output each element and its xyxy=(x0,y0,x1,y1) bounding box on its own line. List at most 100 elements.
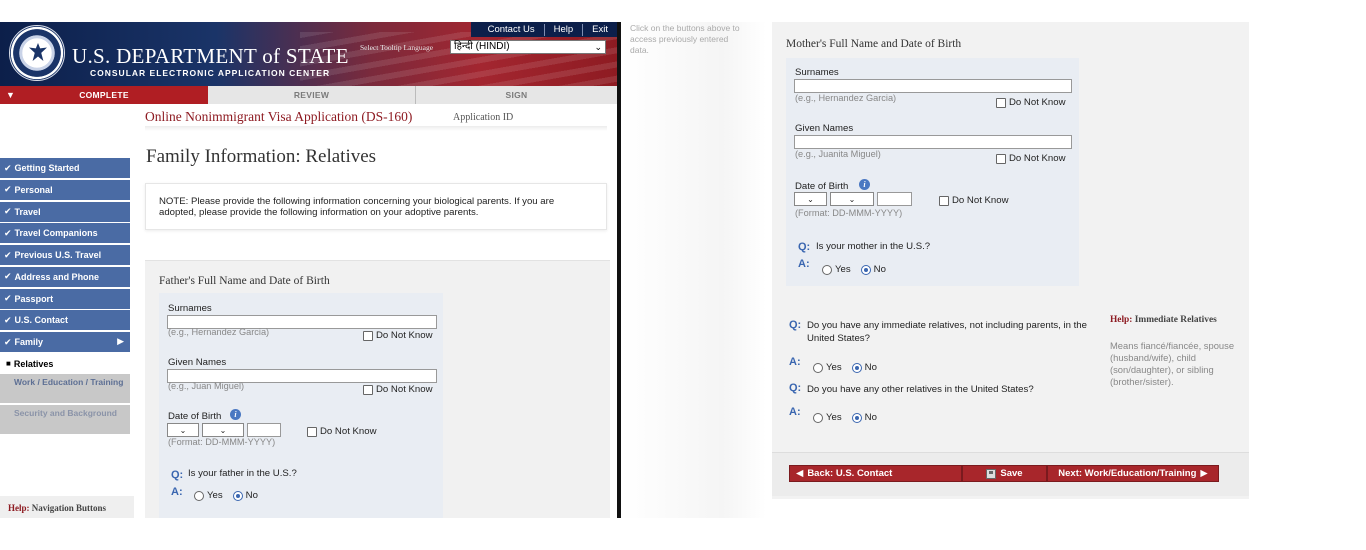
immediate-relatives-yes-radio[interactable] xyxy=(813,362,823,373)
checkbox[interactable] xyxy=(939,195,949,206)
sidebar-item-previous-us-travel[interactable]: ✔ Previous U.S. Travel xyxy=(0,245,130,265)
triangle-down-icon: ▼ xyxy=(6,90,16,100)
father-dob-day-select[interactable]: ⌄ xyxy=(167,423,199,437)
father-dob-dnk[interactable]: Do Not Know xyxy=(307,426,377,437)
answer-marker: A: xyxy=(171,486,183,498)
immediate-relatives-no-radio[interactable] xyxy=(851,362,862,373)
language-label: Select Tooltip Language xyxy=(360,43,434,52)
language-select[interactable]: हिन्दी (HINDI) ⌄ xyxy=(450,40,606,54)
mother-surnames-label: Surnames xyxy=(795,67,839,78)
other-relatives-yes-radio[interactable] xyxy=(813,412,823,423)
answer-marker: A: xyxy=(798,258,810,270)
help-title[interactable]: Help: Immediate Relatives xyxy=(1110,314,1240,326)
sidebar-item-address-and-phone[interactable]: ✔ Address and Phone xyxy=(0,266,130,287)
checkbox[interactable] xyxy=(307,426,317,437)
info-icon[interactable]: i xyxy=(230,409,241,420)
mother-given-names-input[interactable] xyxy=(794,135,1072,149)
checkbox[interactable] xyxy=(363,384,373,395)
mother-dob-month-select[interactable]: ⌄ xyxy=(830,192,874,206)
sidebar-item-passport[interactable]: ✔ Passport xyxy=(0,288,130,309)
other-relatives-no-radio[interactable] xyxy=(851,412,862,423)
note-box: NOTE: Please provide the following infor… xyxy=(145,183,607,230)
progress-tabs: ▼ COMPLETE REVIEW SIGN xyxy=(0,86,617,104)
sidebar-item-travel-companions[interactable]: ✔ Travel Companions xyxy=(0,223,130,244)
mother-surnames-dnk[interactable]: Do Not Know xyxy=(996,97,1066,108)
save-button[interactable]: Save xyxy=(962,465,1047,482)
help-navigation-buttons[interactable]: Help: Navigation Buttons xyxy=(0,496,134,518)
sidebar-item-label: Relatives xyxy=(13,358,54,369)
check-icon: ✔ xyxy=(4,293,12,303)
question-marker: Q: xyxy=(789,319,802,331)
tab-review[interactable]: REVIEW xyxy=(208,86,416,104)
sidebar-item-label: Passport xyxy=(14,293,54,304)
tab-complete[interactable]: ▼ COMPLETE xyxy=(0,86,208,104)
father-dob-format-hint: (Format: DD-MMM-YYYY) xyxy=(168,437,276,447)
mother-in-us-no-radio[interactable] xyxy=(860,264,871,275)
mother-surnames-hint: (e.g., Hernandez Garcia) xyxy=(795,93,897,103)
save-icon xyxy=(986,468,997,479)
no-label: No xyxy=(864,412,877,423)
father-surnames-dnk[interactable]: Do Not Know xyxy=(363,330,433,341)
left-screen: U.S. DEPARTMENT of STATE CONSULAR ELECTR… xyxy=(0,22,617,518)
mother-dob-day-select[interactable]: ⌄ xyxy=(794,192,827,206)
checkbox[interactable] xyxy=(363,330,373,341)
next-button[interactable]: Next: Work/Education/Training ▶ xyxy=(1047,465,1219,482)
language-value: हिन्दी (HINDI) xyxy=(454,41,510,52)
father-given-names-dnk[interactable]: Do Not Know xyxy=(363,384,433,395)
sidebar-item-travel[interactable]: ✔ Travel xyxy=(0,201,130,222)
check-icon: ✔ xyxy=(4,249,12,260)
title-divider xyxy=(145,126,607,131)
mother-surnames-input[interactable] xyxy=(794,79,1072,93)
info-icon[interactable]: i xyxy=(859,179,870,190)
sidebar-item-personal[interactable]: ✔ Personal xyxy=(0,179,130,200)
checkbox[interactable] xyxy=(996,153,1006,164)
sidebar-item-label: Travel xyxy=(14,206,41,217)
sidebar-item-label: Getting Started xyxy=(14,163,80,173)
father-in-us-yes-radio[interactable] xyxy=(194,490,204,501)
sidebar-item-work-education[interactable]: Work / Education / Training xyxy=(0,373,130,403)
dnk-label: Do Not Know xyxy=(376,330,433,341)
father-dob-year-input[interactable] xyxy=(247,423,281,437)
contact-us-link[interactable]: Contact Us xyxy=(479,23,545,36)
mother-dob-dnk[interactable]: Do Not Know xyxy=(939,195,1009,206)
exit-link[interactable]: Exit xyxy=(583,24,617,36)
mother-given-names-dnk[interactable]: Do Not Know xyxy=(996,153,1066,164)
check-icon: ✔ xyxy=(4,336,12,347)
tab-sign[interactable]: SIGN xyxy=(416,86,617,104)
chevron-down-icon: ⌄ xyxy=(848,194,856,204)
mother-given-names-hint: (e.g., Juanita Miguel) xyxy=(795,149,881,159)
mother-dob-year-input[interactable] xyxy=(877,192,912,206)
sidebar-item-getting-started[interactable]: ✔ Getting Started xyxy=(0,158,130,178)
sidebar-item-label: Address and Phone xyxy=(14,271,100,282)
chevron-down-icon: ⌄ xyxy=(179,425,187,435)
sidebar-item-family[interactable]: ✔ Family ▶ xyxy=(0,332,130,352)
mother-section-title: Mother's Full Name and Date of Birth xyxy=(786,38,962,50)
caret-right-icon: ▶ xyxy=(117,336,124,346)
mother-in-us-yes-radio[interactable] xyxy=(822,264,832,275)
next-button-label: Next: Work/Education/Training xyxy=(1058,468,1197,479)
help-link[interactable]: Help xyxy=(545,23,584,36)
yes-label: Yes xyxy=(835,264,851,275)
sidebar-item-us-contact[interactable]: ✔ U.S. Contact xyxy=(0,310,130,331)
back-button[interactable]: ◀ Back: U.S. Contact xyxy=(789,465,962,482)
sidebar-item-security-background[interactable]: Security and Background xyxy=(0,404,130,434)
chevron-down-icon: ⌄ xyxy=(219,425,227,435)
chevron-down-icon: ⌄ xyxy=(594,42,602,52)
father-in-us-no-radio[interactable] xyxy=(232,490,243,501)
application-title: Online Nonimmigrant Visa Application (DS… xyxy=(145,109,413,124)
state-department-seal-icon xyxy=(9,25,65,81)
yes-label: Yes xyxy=(826,412,842,423)
immediate-relatives-radio-group: Yes No xyxy=(813,362,877,373)
father-dob-month-select[interactable]: ⌄ xyxy=(202,423,244,437)
checkbox[interactable] xyxy=(996,97,1006,108)
sidebar-item-relatives[interactable]: ■ Relatives xyxy=(0,354,130,374)
back-button-label: Back: U.S. Contact xyxy=(807,468,893,479)
top-links: Contact Us Help Exit xyxy=(470,22,617,37)
sidebar-item-label: Previous U.S. Travel xyxy=(14,250,102,260)
site-header: U.S. DEPARTMENT of STATE CONSULAR ELECTR… xyxy=(0,22,617,86)
bullet-icon: ■ xyxy=(6,359,11,369)
dnk-label: Do Not Know xyxy=(320,426,377,437)
check-icon: ✔ xyxy=(4,162,12,173)
sidebar-item-label: Work / Education / Training xyxy=(14,376,124,387)
help-label: Navigation Buttons xyxy=(31,503,107,513)
